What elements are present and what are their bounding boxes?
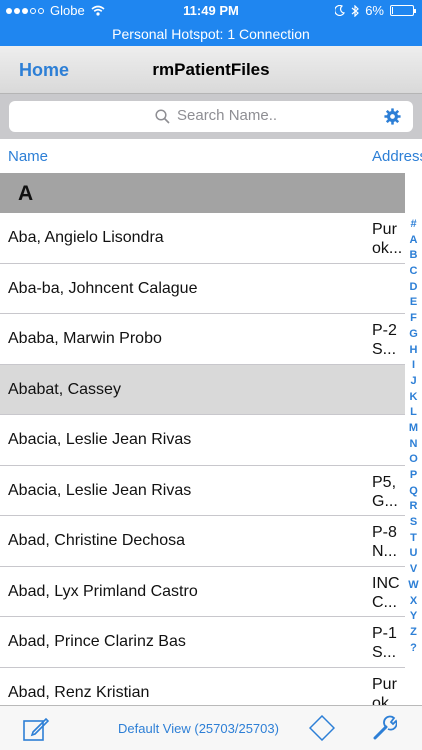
patient-address: Pur ok...: [372, 221, 403, 257]
patient-name: Ababa, Marwin Probo: [8, 330, 162, 347]
index-letter[interactable]: G: [405, 327, 422, 343]
status-right: 6%: [335, 3, 416, 18]
patient-name: Abad, Christine Dechosa: [8, 532, 185, 549]
list-item[interactable]: Ababat, Cassey: [0, 364, 405, 415]
index-letter[interactable]: H: [405, 343, 422, 359]
patient-name: Aba-ba, Johncent Calague: [8, 279, 198, 297]
index-letter[interactable]: E: [405, 295, 422, 311]
patient-address: P-8 N...: [372, 524, 397, 560]
list-item[interactable]: Aba, Angielo Lisondra Pur ok...: [0, 213, 405, 264]
index-letter[interactable]: T: [405, 531, 422, 547]
moon-icon: [335, 5, 346, 16]
search-input[interactable]: Search Name..: [9, 101, 413, 132]
patient-name: Abad, Renz Kristian: [8, 683, 150, 701]
index-letter[interactable]: F: [405, 311, 422, 327]
patient-address: INC C...: [372, 574, 400, 611]
name-column-header[interactable]: Name: [8, 148, 48, 165]
patient-address: P-1 S...: [372, 625, 397, 661]
default-view-label[interactable]: Default View (25703/25703): [118, 721, 279, 736]
patient-name: Aba, Angielo Lisondra: [8, 229, 164, 246]
record-count: (25703/25703): [194, 721, 279, 736]
list-item[interactable]: Abad, Prince Clarinz Bas P-1 S...: [0, 617, 405, 668]
index-letter[interactable]: R: [405, 499, 422, 515]
patient-name: Ababat, Cassey: [8, 380, 121, 398]
index-letter[interactable]: S: [405, 515, 422, 531]
patient-name: Abacia, Leslie Jean Rivas: [8, 481, 192, 499]
index-letter[interactable]: M: [405, 421, 422, 437]
patient-list[interactable]: Aba, Angielo Lisondra Pur ok... Aba-ba, Jo…: [0, 213, 405, 705]
index-letter[interactable]: K: [405, 390, 422, 406]
address-column-header[interactable]: Address: [372, 148, 422, 165]
battery-icon: [390, 5, 416, 16]
patient-name: Abad, Lyx Primland Castro: [8, 582, 198, 600]
index-letter[interactable]: X: [405, 594, 422, 610]
index-letter[interactable]: J: [405, 374, 422, 390]
index-letter[interactable]: P: [405, 468, 422, 484]
patient-address: P5, G...: [372, 473, 398, 510]
diamond-icon[interactable]: [309, 715, 335, 741]
search-icon: [155, 109, 170, 124]
status-bar: Globe 11:49 PM 6%: [0, 0, 422, 22]
page-title: rmPatientFiles: [152, 60, 270, 79]
search-bar: Search Name..: [0, 94, 422, 139]
gear-icon[interactable]: [384, 108, 401, 125]
patient-address: P-2 S...: [372, 322, 397, 358]
list-item[interactable]: Abacia, Leslie Jean Rivas P5, G...: [0, 465, 405, 516]
bottom-toolbar: Default View (25703/25703): [0, 705, 422, 750]
alphabet-index[interactable]: # A B C D E F G H I J K L M N O P Q R S T U V W X Y Z?: [405, 217, 422, 656]
section-letter: A: [18, 182, 34, 205]
list-item[interactable]: Abacia, Leslie Jean Rivas: [0, 415, 405, 466]
index-letter[interactable]: O: [405, 452, 422, 468]
search-placeholder: Search Name..: [177, 107, 278, 124]
index-letter[interactable]: U: [405, 546, 422, 562]
patient-name: Abacia, Leslie Jean Rivas: [8, 431, 192, 448]
index-letter[interactable]: B: [405, 248, 422, 264]
bluetooth-icon: [351, 4, 360, 17]
list-item[interactable]: Ababa, Marwin Probo P-2 S...: [0, 314, 405, 365]
section-header: A: [0, 173, 405, 213]
list-item[interactable]: Abad, Lyx Primland Castro INC C...: [0, 566, 405, 617]
index-letter[interactable]: #: [405, 217, 422, 233]
index-letter[interactable]: ?: [405, 641, 422, 657]
navigation-bar: Home rmPatientFiles: [0, 46, 422, 94]
column-headers: Name Address: [0, 139, 422, 173]
list-item[interactable]: Abad, Christine Dechosa P-8 N...: [0, 516, 405, 567]
index-letter[interactable]: A: [405, 233, 422, 249]
list-item[interactable]: Aba-ba, Johncent Calague: [0, 263, 405, 314]
patient-name: Abad, Prince Clarinz Bas: [8, 633, 186, 650]
battery-percent: 6%: [365, 3, 384, 18]
index-letter[interactable]: Q: [405, 484, 422, 500]
index-letter[interactable]: L: [405, 405, 422, 421]
index-letter[interactable]: W: [405, 578, 422, 594]
index-letter[interactable]: C: [405, 264, 422, 280]
index-letter[interactable]: Y: [405, 609, 422, 625]
wrench-icon[interactable]: [373, 715, 397, 741]
index-letter[interactable]: D: [405, 280, 422, 296]
index-letter[interactable]: Z: [405, 625, 422, 641]
list-item[interactable]: Abad, Renz Kristian Pur ok...: [0, 667, 405, 706]
patient-address: Pur ok...: [372, 675, 403, 706]
index-letter[interactable]: I: [405, 358, 422, 374]
index-letter[interactable]: V: [405, 562, 422, 578]
hotspot-banner[interactable]: Personal Hotspot: 1 Connection: [0, 22, 422, 46]
compose-icon[interactable]: [22, 715, 50, 743]
index-letter[interactable]: N: [405, 437, 422, 453]
